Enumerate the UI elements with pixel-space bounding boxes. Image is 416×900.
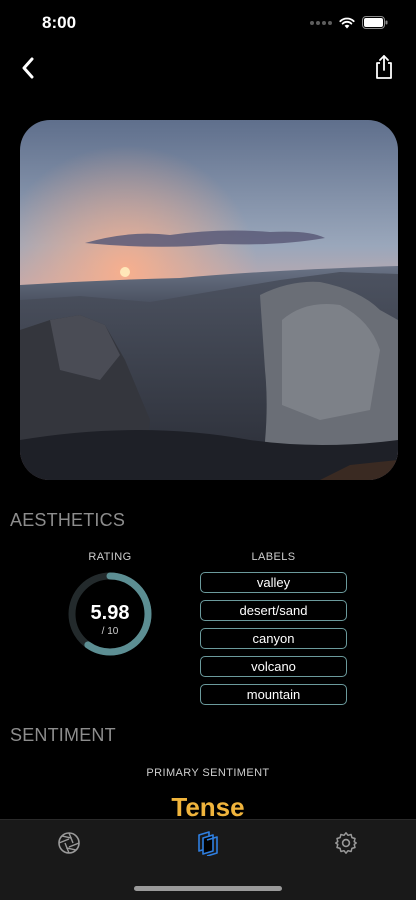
label-chip[interactable]: desert/sand bbox=[200, 600, 347, 621]
back-button[interactable] bbox=[14, 54, 42, 82]
share-button[interactable] bbox=[370, 52, 398, 82]
gear-icon bbox=[335, 832, 357, 854]
rating-value: 5.98 bbox=[90, 602, 130, 624]
tab-layers[interactable] bbox=[193, 828, 223, 858]
status-bar: 8:00 bbox=[0, 0, 416, 46]
aesthetics-title: AESTHETICS bbox=[10, 510, 126, 530]
chevron-left-icon bbox=[22, 57, 34, 79]
status-icons bbox=[310, 16, 388, 29]
sentiment-title: SENTIMENT bbox=[10, 725, 116, 745]
navigation-bar bbox=[0, 48, 416, 88]
labels-header: LABELS bbox=[251, 551, 296, 563]
rating-scale: / 10 bbox=[101, 626, 119, 637]
wifi-icon bbox=[339, 17, 355, 28]
rating-header: RATING bbox=[88, 551, 132, 563]
tab-aperture[interactable] bbox=[54, 828, 84, 858]
label-chip[interactable]: valley bbox=[200, 572, 347, 593]
tab-settings[interactable] bbox=[331, 828, 361, 858]
label-chip[interactable]: volcano bbox=[200, 656, 347, 677]
share-icon bbox=[376, 55, 392, 79]
labels-list: valley desert/sand canyon volcano mounta… bbox=[200, 572, 347, 712]
aperture-icon bbox=[58, 832, 80, 854]
label-chip[interactable]: canyon bbox=[200, 628, 347, 649]
analyzed-photo bbox=[20, 120, 398, 480]
primary-sentiment-header: PRIMARY SENTIMENT bbox=[146, 767, 270, 779]
home-indicator[interactable] bbox=[134, 886, 282, 891]
status-time: 8:00 bbox=[42, 13, 77, 32]
battery-icon bbox=[362, 16, 388, 29]
cellular-icon bbox=[310, 20, 332, 25]
label-chip[interactable]: mountain bbox=[200, 684, 347, 705]
layers-icon bbox=[198, 831, 218, 856]
